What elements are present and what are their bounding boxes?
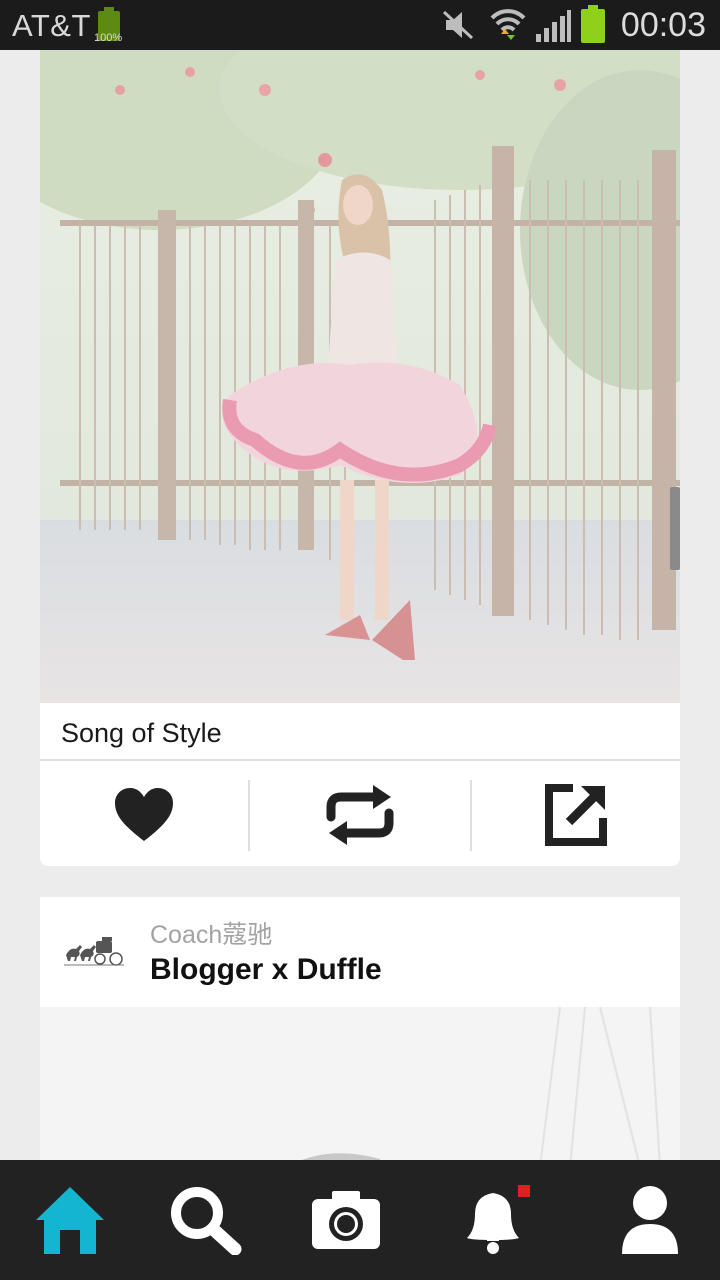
signal-icon bbox=[536, 10, 571, 42]
battery-small-percent: 100% bbox=[94, 32, 123, 44]
bottom-nav bbox=[0, 1160, 720, 1280]
post-caption[interactable]: Song of Style bbox=[61, 718, 222, 749]
post-photo[interactable] bbox=[40, 50, 680, 703]
post-card: Song of Style bbox=[40, 50, 680, 866]
post-photo[interactable] bbox=[40, 1007, 680, 1167]
mute-icon bbox=[442, 10, 474, 40]
repost-button[interactable] bbox=[250, 763, 470, 866]
share-button[interactable] bbox=[472, 763, 680, 866]
repost-icon bbox=[326, 784, 394, 845]
share-external-icon bbox=[545, 783, 607, 846]
heart-icon bbox=[115, 787, 173, 841]
battery-icon bbox=[581, 5, 605, 43]
scroll-indicator[interactable] bbox=[670, 487, 680, 570]
brand-logo-icon[interactable] bbox=[64, 933, 124, 969]
notification-badge bbox=[518, 1185, 530, 1197]
nav-notifications[interactable] bbox=[438, 1160, 558, 1280]
post-card: Coach蔻驰 Blogger x Duffle bbox=[40, 897, 680, 1167]
caption-row: Song of Style bbox=[40, 703, 680, 761]
carrier-label: AT&T bbox=[12, 8, 91, 43]
clock: 00:03 bbox=[620, 6, 706, 44]
wifi-icon bbox=[490, 9, 526, 40]
like-button[interactable] bbox=[40, 763, 248, 866]
nav-camera[interactable] bbox=[286, 1160, 406, 1280]
profile-icon bbox=[622, 1186, 678, 1254]
nav-home[interactable] bbox=[10, 1160, 130, 1280]
battery-small-icon: 100% bbox=[94, 6, 124, 44]
status-bar: AT&T 100% 00:03 bbox=[0, 0, 720, 50]
nav-search[interactable] bbox=[146, 1160, 266, 1280]
action-bar bbox=[40, 763, 680, 866]
post-title[interactable]: Blogger x Duffle bbox=[150, 953, 382, 987]
home-icon bbox=[36, 1187, 104, 1254]
bell-icon bbox=[467, 1185, 530, 1254]
nav-profile[interactable] bbox=[590, 1160, 710, 1280]
brand-name[interactable]: Coach蔻驰 bbox=[150, 915, 272, 951]
search-icon bbox=[171, 1187, 242, 1255]
camera-icon bbox=[312, 1191, 380, 1249]
